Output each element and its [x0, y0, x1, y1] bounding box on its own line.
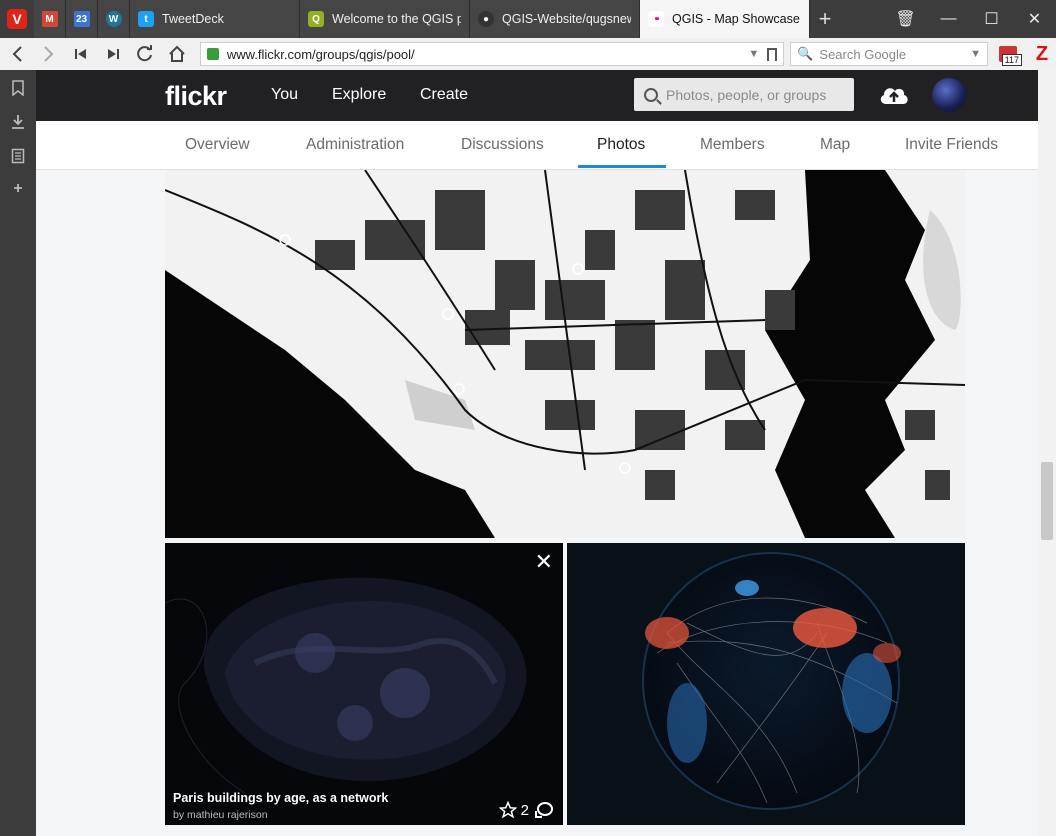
favorite-button[interactable]: 2 — [498, 801, 529, 819]
pinned-tab-wordpress[interactable]: W — [98, 0, 130, 38]
selected-tab-indicator — [578, 165, 666, 168]
search-icon: 🔍 — [797, 46, 814, 61]
flickr-icon: •• — [648, 11, 664, 27]
bookmark-page-icon[interactable] — [767, 47, 778, 61]
tab-photos[interactable]: Photos — [597, 136, 645, 154]
map-image — [165, 170, 965, 538]
tab-title: TweetDeck — [162, 12, 224, 26]
tab-title: QGIS-Website/qugsnews. — [502, 12, 631, 26]
tab-map[interactable]: Map — [820, 136, 850, 154]
search-placeholder: Photos, people, or groups — [666, 86, 827, 103]
home-button[interactable] — [164, 41, 190, 67]
tab-qgis-welcome[interactable]: Q Welcome to the QGIS pro — [300, 0, 470, 38]
tab-tweetdeck[interactable]: t TweetDeck — [130, 0, 300, 38]
tab-invite-friends[interactable]: Invite Friends — [905, 136, 998, 154]
search-placeholder: Search Google — [819, 46, 907, 62]
browser-tab-strip: V M 23 W t TweetDeck Q Welcome to the QG… — [0, 0, 1056, 38]
flickr-page: flickr You Explore Create Photos, people… — [36, 70, 1038, 836]
chevron-right-icon — [44, 46, 54, 62]
extension-badge: 117 — [1001, 54, 1022, 66]
page-scrollbar[interactable] — [1038, 70, 1056, 836]
fast-forward-button[interactable] — [100, 41, 126, 67]
upload-cloud-icon[interactable] — [878, 82, 910, 108]
close-icon[interactable]: ✕ — [535, 551, 553, 573]
photo-title[interactable]: Paris buildings by age, as a network — [173, 791, 388, 805]
search-icon — [644, 87, 658, 102]
tab-flickr-map-showcase[interactable]: •• QGIS - Map Showcase | Fl — [640, 0, 810, 38]
vivaldi-logo-icon: V — [7, 9, 27, 29]
nav-create[interactable]: Create — [420, 86, 468, 104]
photo-city-map[interactable] — [165, 170, 965, 538]
nav-explore[interactable]: Explore — [332, 86, 386, 104]
tab-github-qgis-website[interactable]: ● QGIS-Website/qugsnews. — [470, 0, 640, 38]
tab-title: QGIS - Map Showcase | Fl — [672, 12, 801, 26]
home-icon — [169, 45, 185, 62]
rewind-icon — [74, 49, 86, 59]
download-icon[interactable] — [11, 114, 25, 130]
tab-members[interactable]: Members — [700, 136, 765, 154]
pinned-tab-calendar[interactable]: 23 — [66, 0, 98, 38]
tab-administration[interactable]: Administration — [306, 136, 404, 154]
chevron-down-icon[interactable]: ▼ — [970, 48, 981, 60]
maximize-button[interactable]: ☐ — [970, 0, 1013, 38]
group-subnav: Overview Administration Discussions Phot… — [36, 121, 1038, 170]
chevron-left-icon — [12, 46, 22, 62]
close-window-button[interactable]: ✕ — [1013, 0, 1056, 38]
side-panel — [0, 70, 36, 836]
favorite-count: 2 — [520, 801, 529, 819]
notes-icon[interactable] — [11, 148, 25, 164]
author-name: mathieu rajerison — [187, 809, 268, 821]
rewind-button[interactable] — [68, 41, 94, 67]
trash-icon[interactable]: 🗑 — [884, 0, 927, 38]
url-field[interactable]: www.flickr.com/groups/qgis/pool/ ▼ — [199, 42, 785, 66]
address-toolbar: www.flickr.com/groups/qgis/pool/ ▼ 🔍 Sea… — [0, 38, 1056, 70]
photo-paris-buildings[interactable]: ✕ Paris buildings by age, as a network b… — [165, 543, 563, 825]
globe-image — [567, 543, 965, 825]
twitter-icon: t — [138, 11, 154, 27]
author-prefix: by — [173, 809, 185, 821]
calendar-extension-button[interactable]: 117 — [994, 42, 1022, 66]
calendar-icon: 23 — [73, 11, 90, 27]
tab-discussions[interactable]: Discussions — [461, 136, 544, 154]
fast-forward-icon — [107, 49, 119, 59]
photo-globe-flights[interactable] — [567, 543, 965, 825]
wordpress-icon: W — [105, 11, 122, 27]
new-tab-button[interactable]: + — [810, 0, 840, 38]
gmail-icon: M — [41, 11, 58, 27]
forward-button[interactable] — [36, 41, 62, 67]
photo-author[interactable]: by mathieu rajerison — [173, 809, 268, 821]
pinned-tab-gmail[interactable]: M — [34, 0, 66, 38]
reload-icon — [137, 45, 152, 62]
vivaldi-menu-button[interactable]: V — [0, 0, 34, 38]
url-text: www.flickr.com/groups/qgis/pool/ — [226, 46, 415, 62]
nav-you[interactable]: You — [271, 86, 298, 104]
flickr-logo[interactable]: flickr — [165, 81, 227, 112]
lock-icon — [206, 48, 219, 60]
chevron-down-icon[interactable]: ▼ — [748, 48, 759, 60]
star-icon — [498, 801, 517, 819]
minimize-button[interactable]: — — [927, 0, 970, 38]
github-icon: ● — [478, 11, 494, 27]
search-engine-field[interactable]: 🔍 Search Google ▼ — [790, 42, 989, 66]
scrollbar-thumb[interactable] — [1041, 462, 1053, 540]
tab-overview[interactable]: Overview — [185, 136, 250, 154]
avatar[interactable] — [932, 78, 966, 112]
qgis-icon: Q — [308, 11, 324, 27]
zotero-button[interactable]: Z — [1028, 42, 1056, 66]
flickr-search-input[interactable]: Photos, people, or groups — [634, 78, 854, 111]
tab-title: Welcome to the QGIS pro — [332, 12, 461, 26]
add-panel-icon[interactable] — [12, 182, 24, 194]
comment-icon[interactable] — [535, 802, 553, 818]
bookmark-icon[interactable] — [11, 80, 25, 96]
paris-network-image — [165, 543, 563, 825]
back-button[interactable] — [4, 41, 30, 67]
reload-button[interactable] — [132, 41, 158, 67]
zotero-icon: Z — [1035, 42, 1049, 65]
flickr-header: flickr You Explore Create Photos, people… — [36, 70, 1038, 121]
